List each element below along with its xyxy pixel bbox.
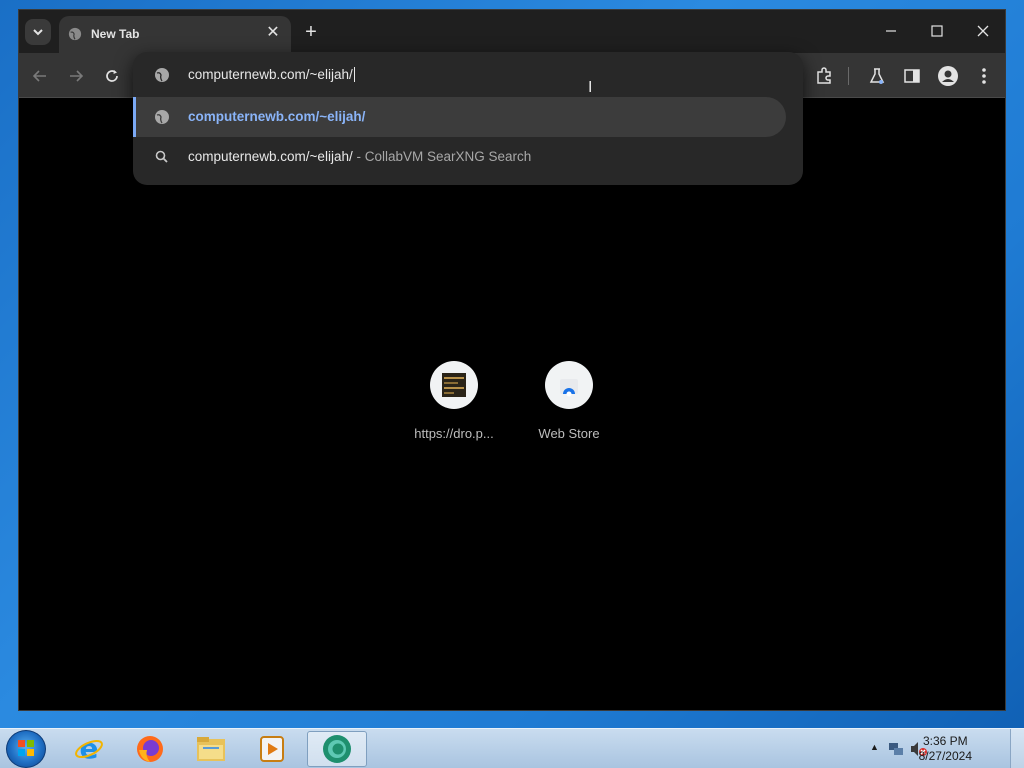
back-button[interactable] <box>27 63 53 89</box>
close-icon[interactable]: ✕ <box>263 23 283 43</box>
toolbar-divider <box>848 67 849 85</box>
tab-search-button[interactable] <box>25 19 51 45</box>
show-desktop-button[interactable] <box>1010 729 1024 768</box>
search-icon <box>155 150 168 163</box>
clock[interactable]: 3:36 PM 8/27/2024 <box>919 734 972 764</box>
extensions-button[interactable] <box>810 62 838 90</box>
clock-time: 3:36 PM <box>922 734 968 748</box>
shortcut-tile[interactable]: https://dro.p... <box>404 361 504 441</box>
puzzle-icon <box>817 67 831 84</box>
forward-arrow-icon <box>70 70 83 82</box>
chrome-app-icon[interactable] <box>307 731 367 767</box>
close-window-button[interactable] <box>968 19 998 43</box>
browser-window: New Tab ✕ + computernewb.com/~elijah/ I … <box>18 9 1006 711</box>
omnibox-value: computernewb.com/~elijah/ <box>188 67 353 82</box>
labs-button[interactable] <box>863 62 891 90</box>
shortcut-label: https://dro.p... <box>414 426 494 441</box>
more-vert-icon <box>982 68 986 84</box>
ibeam-cursor-icon: I <box>588 79 593 96</box>
clock-date: 8/27/2024 <box>918 749 972 763</box>
omnibox-input[interactable]: computernewb.com/~elijah/ <box>188 67 355 82</box>
reload-icon <box>106 70 118 82</box>
back-arrow-icon <box>33 70 46 82</box>
minimize-button[interactable] <box>876 19 906 43</box>
shortcut-label: Web Store <box>538 426 600 441</box>
internet-explorer-icon[interactable]: e <box>62 731 116 767</box>
globe-icon <box>68 27 82 41</box>
flask-icon <box>869 68 885 84</box>
profile-button[interactable] <box>934 62 962 90</box>
suggestion-text: computernewb.com/~elijah/ <box>188 109 366 124</box>
suggestion-description: - CollabVM SearXNG Search <box>356 149 532 164</box>
omnibox-dropdown: computernewb.com/~elijah/ I computernewb… <box>133 52 803 185</box>
side-panel-button[interactable] <box>898 62 926 90</box>
tab-title: New Tab <box>91 27 140 41</box>
title-bar: New Tab ✕ + <box>19 10 1005 53</box>
close-icon <box>977 25 989 37</box>
side-panel-icon <box>904 69 920 83</box>
start-button[interactable] <box>6 730 46 768</box>
new-tab-button[interactable]: + <box>299 21 323 45</box>
forward-button[interactable] <box>63 63 89 89</box>
media-player-icon[interactable] <box>245 731 299 767</box>
site-thumbnail-icon <box>430 361 478 409</box>
omnibox[interactable]: computernewb.com/~elijah/ I <box>133 52 803 96</box>
show-hidden-icons-icon[interactable]: ▲ <box>870 742 879 752</box>
suggestion-url[interactable]: computernewb.com/~elijah/ <box>133 97 786 137</box>
maximize-icon <box>931 25 943 37</box>
windows-logo-icon <box>18 740 34 756</box>
taskbar: e ▲ 3:36 PM 8/27/2024 <box>0 728 1024 768</box>
system-tray: ▲ 3:36 PM 8/27/2024 <box>854 729 1024 768</box>
suggestion-search[interactable]: computernewb.com/~elijah/ - CollabVM Sea… <box>133 137 786 177</box>
globe-icon <box>155 110 169 124</box>
firefox-icon[interactable] <box>123 731 177 767</box>
text-caret <box>353 67 355 82</box>
tab-new-tab[interactable]: New Tab ✕ <box>59 16 291 53</box>
network-icon[interactable] <box>888 741 904 757</box>
shortcut-tile[interactable]: Web Store <box>519 361 619 441</box>
maximize-button[interactable] <box>922 19 952 43</box>
svg-text:e: e <box>80 734 99 764</box>
suggestion-text: computernewb.com/~elijah/ <box>188 149 353 164</box>
minimize-icon <box>886 30 896 32</box>
file-explorer-icon[interactable] <box>184 731 238 767</box>
reload-button[interactable] <box>99 63 125 89</box>
menu-button[interactable] <box>970 62 998 90</box>
chevron-down-icon <box>33 29 43 36</box>
web-store-icon <box>545 361 593 409</box>
avatar-icon <box>938 66 958 86</box>
globe-icon <box>155 68 169 82</box>
